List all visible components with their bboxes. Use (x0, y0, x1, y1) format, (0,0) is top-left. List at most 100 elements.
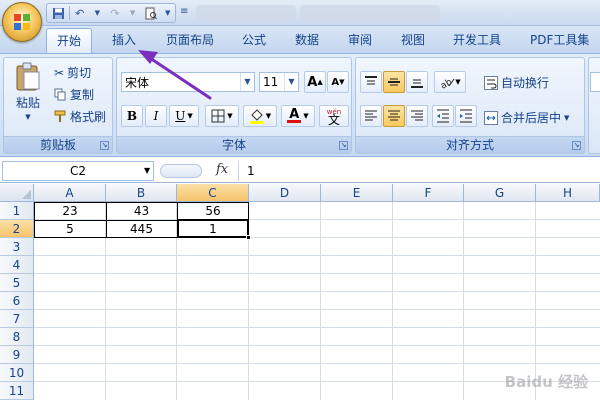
qat-dropdown-icon[interactable]: ▼ (160, 5, 175, 21)
align-top-button[interactable] (360, 71, 382, 93)
tab-view[interactable]: 视图 (391, 28, 435, 53)
align-middle-icon (388, 78, 400, 86)
format-painter-button[interactable]: 格式刷 (54, 108, 106, 125)
select-all-corner[interactable] (0, 184, 34, 202)
align-top-icon (365, 76, 377, 85)
tab-formulas[interactable]: 公式 (232, 28, 276, 53)
decrease-indent-icon (437, 109, 449, 123)
column-header-c[interactable]: C (177, 184, 249, 202)
tab-developer[interactable]: 开发工具 (443, 28, 511, 53)
row-header-3[interactable]: 3 (0, 238, 34, 256)
fill-handle[interactable] (246, 235, 251, 240)
align-middle-button[interactable] (383, 71, 405, 93)
formula-expand-handle[interactable] (160, 164, 202, 178)
cell-a2[interactable]: 5 (34, 220, 106, 238)
wrap-text-button[interactable]: 自动换行 (484, 74, 549, 91)
row-header-6[interactable]: 6 (0, 292, 34, 310)
font-caption: 字体 (117, 136, 351, 153)
font-size-combo[interactable]: 11 ▼ (259, 72, 299, 92)
align-right-button[interactable] (406, 105, 428, 127)
row-header-4[interactable]: 4 (0, 256, 34, 274)
font-name-dropdown-icon[interactable]: ▼ (240, 73, 254, 91)
cell-b2[interactable]: 445 (106, 220, 177, 238)
borders-button[interactable]: ▼ (205, 105, 239, 127)
cell-b1[interactable]: 43 (106, 202, 177, 220)
column-header-d[interactable]: D (249, 184, 321, 202)
increase-indent-button[interactable] (455, 105, 477, 127)
column-header-g[interactable]: G (464, 184, 536, 202)
qat-separator (68, 6, 70, 20)
name-box-dropdown-icon[interactable]: ▼ (144, 161, 150, 181)
bold-button[interactable]: B (121, 105, 143, 127)
alignment-launcher-icon[interactable]: ↘ (572, 141, 581, 150)
row-header-9[interactable]: 9 (0, 346, 34, 364)
column-header-f[interactable]: F (393, 184, 464, 202)
row-header-2[interactable]: 2 (0, 220, 34, 238)
worksheet-grid[interactable]: A B C D E F G H 1 2 3 4 5 6 7 8 9 10 11 … (0, 184, 600, 400)
column-header-e[interactable]: E (321, 184, 393, 202)
column-header-b[interactable]: B (106, 184, 177, 202)
fill-color-button[interactable]: ▼ (243, 105, 277, 127)
italic-button[interactable]: I (145, 105, 167, 127)
font-color-button[interactable]: A ▼ (281, 105, 315, 127)
align-center-button[interactable] (383, 105, 405, 127)
cell-c1[interactable]: 56 (177, 202, 249, 220)
merge-center-label: 合并后居中 (501, 111, 562, 125)
undo-dropdown-icon[interactable]: ▼ (90, 5, 105, 21)
align-right-icon (411, 110, 423, 121)
redo-icon[interactable]: ↷ (108, 5, 123, 21)
merge-center-button[interactable]: 合并后居中 ▼ (484, 109, 569, 126)
redo-dropdown-icon[interactable]: ▼ (125, 5, 140, 21)
formula-input[interactable]: 1 (238, 161, 598, 181)
paste-dropdown-icon[interactable]: ▼ (25, 113, 30, 121)
orientation-button[interactable]: ab ▼ (434, 71, 466, 93)
font-name-combo[interactable]: 宋体 ▼ (121, 72, 255, 92)
watermark: Baidu 经验 (504, 373, 588, 391)
paste-button[interactable]: 粘贴 ▼ (10, 62, 46, 121)
tab-home[interactable]: 开始 (46, 28, 93, 53)
row-header-5[interactable]: 5 (0, 274, 34, 292)
row-header-10[interactable]: 10 (0, 364, 34, 382)
print-preview-icon[interactable] (143, 5, 158, 21)
merge-center-dropdown-icon[interactable]: ▼ (564, 114, 569, 122)
tab-pdf-tools[interactable]: PDF工具集 (520, 28, 599, 53)
cut-button[interactable]: ✂ 剪切 (54, 64, 91, 81)
font-launcher-icon[interactable]: ↘ (339, 141, 348, 150)
underline-button[interactable]: U ▼ (169, 105, 199, 127)
insert-function-icon[interactable]: fx (216, 162, 228, 177)
row-header-1[interactable]: 1 (0, 202, 34, 220)
copy-button[interactable]: 复制 (54, 86, 94, 103)
row-header-8[interactable]: 8 (0, 328, 34, 346)
cut-label: 剪切 (67, 66, 92, 80)
number-format-combo[interactable] (590, 72, 600, 92)
tab-data[interactable]: 数据 (285, 28, 329, 53)
brush-icon (54, 110, 67, 123)
window-title-blurred-2 (300, 5, 440, 21)
save-icon[interactable] (51, 5, 66, 21)
name-box[interactable]: C2 (2, 161, 154, 181)
grow-font-button[interactable]: A ▲ (304, 71, 326, 93)
align-bottom-icon (411, 79, 423, 88)
shrink-font-button[interactable]: A ▼ (327, 71, 349, 93)
column-header-h[interactable]: H (536, 184, 600, 202)
clipboard-launcher-icon[interactable]: ↘ (100, 141, 109, 150)
customize-qat-icon[interactable]: ≡ (180, 6, 188, 17)
tab-review[interactable]: 审阅 (338, 28, 382, 53)
font-size-dropdown-icon[interactable]: ▼ (284, 73, 298, 91)
column-header-a[interactable]: A (34, 184, 106, 202)
tab-insert[interactable]: 插入 (102, 28, 146, 53)
tab-page-layout[interactable]: 页面布局 (156, 28, 224, 53)
phonetic-button[interactable]: wén 文 (319, 105, 349, 127)
decrease-indent-button[interactable] (432, 105, 454, 127)
undo-icon[interactable]: ↶ (72, 5, 87, 21)
active-cell-c2[interactable] (177, 219, 249, 238)
font-size-value: 11 (263, 75, 279, 89)
align-left-button[interactable] (360, 105, 382, 127)
office-button[interactable] (2, 2, 42, 42)
cell-a1[interactable]: 23 (34, 202, 106, 220)
number-group-partial (588, 57, 600, 154)
row-header-7[interactable]: 7 (0, 310, 34, 328)
merge-center-icon (484, 110, 498, 125)
align-bottom-button[interactable] (406, 71, 428, 93)
row-header-11[interactable]: 11 (0, 382, 34, 400)
